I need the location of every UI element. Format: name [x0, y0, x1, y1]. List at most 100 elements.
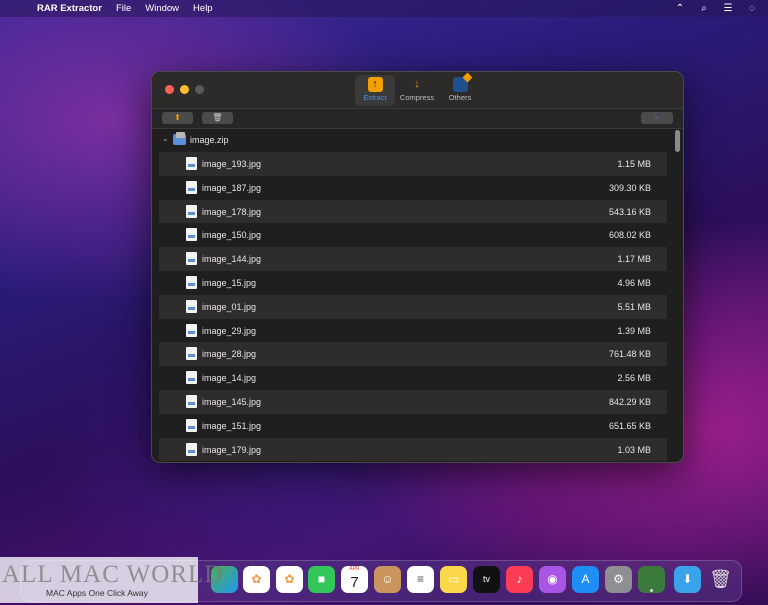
action-bar: ⬆ 🗑 ⌕ [152, 108, 683, 129]
file-name: image_151.jpg [202, 420, 262, 431]
extract-selected-button[interactable]: ⬆ [162, 112, 193, 124]
file-size: 309.30 KB [608, 182, 651, 193]
file-size: 761.48 KB [608, 349, 651, 360]
status-menus: ⌃ ⌕ ☰ ◌ [674, 0, 758, 17]
file-list-scrollbar[interactable] [673, 128, 683, 462]
dock-trash-icon[interactable]: 🗑 [707, 566, 734, 593]
file-size: 608.02 KB [608, 230, 651, 241]
file-name: image_29.jpg [202, 325, 257, 336]
control-center-icon[interactable]: ☰ [722, 3, 734, 14]
dock-system-preferences-icon[interactable]: ⚙ [605, 566, 632, 593]
zip-archive-icon [173, 132, 186, 145]
calendar-month: APR [349, 566, 360, 572]
jpg-file-icon [186, 347, 197, 361]
file-row[interactable]: image_15.jpg 4.96 MB [159, 270, 667, 295]
file-size: 543.16 KB [608, 206, 651, 217]
dock-music-icon[interactable]: ♪ [506, 566, 533, 593]
jpg-file-icon [186, 323, 197, 337]
close-window-button[interactable] [165, 85, 174, 94]
watermark: ALL MAC WORLD MAC Apps One Click Away [0, 557, 222, 603]
rar-extractor-window: ↑ Extract ↓ Compress Others ⬆ 🗑 ⌕ ⌄ imag… [151, 71, 684, 463]
file-name: image_187.jpg [202, 182, 262, 193]
file-row[interactable]: image_29.jpg 1.39 MB [159, 318, 667, 343]
jpg-file-icon [186, 299, 197, 313]
file-row[interactable]: image_28.jpg 761.48 KB [159, 342, 667, 367]
running-indicator [650, 589, 653, 592]
jpg-file-icon [186, 204, 197, 218]
file-row[interactable]: image_01.jpg 5.51 MB [159, 294, 667, 319]
siri-icon[interactable]: ◌ [746, 3, 758, 14]
file-name: image_193.jpg [202, 159, 262, 169]
spotlight-search-icon[interactable]: ⌕ [698, 3, 710, 14]
dock-photos-icon[interactable]: ✿ [243, 566, 270, 593]
dock-apple-tv-icon[interactable]: tv [473, 566, 500, 593]
menu-window[interactable]: Window [145, 3, 179, 14]
chevron-down-icon[interactable]: ⌄ [162, 134, 169, 143]
file-size: 1.03 MB [617, 444, 651, 455]
file-size: 5.51 MB [617, 301, 651, 312]
minimize-window-button[interactable] [180, 85, 189, 94]
calendar-day: 7 [350, 574, 359, 591]
file-size: 842.29 KB [608, 396, 651, 407]
jpg-file-icon [186, 394, 197, 408]
dock-facetime-icon[interactable]: ■ [308, 566, 335, 593]
menu-app-name[interactable]: RAR Extractor [37, 3, 102, 14]
others-tab[interactable]: Others [440, 75, 480, 106]
dock-app-store-icon[interactable]: A [572, 566, 599, 593]
dock-notes-icon[interactable]: ▭ [440, 566, 467, 593]
scroll-thumb[interactable] [675, 130, 680, 152]
compress-tab[interactable]: ↓ Compress [397, 75, 437, 106]
menu-file[interactable]: File [116, 3, 131, 14]
extract-tab-label: Extract [363, 93, 387, 102]
search-button[interactable]: ⌕ [641, 112, 673, 124]
archive-name: image.zip [190, 135, 229, 145]
file-size: 2.56 MB [617, 373, 651, 384]
jpg-file-icon [186, 252, 197, 266]
file-name: image_145.jpg [202, 396, 262, 407]
file-name: image_28.jpg [202, 349, 257, 360]
dock-calendar-icon[interactable]: APR 7 [341, 566, 368, 593]
archive-file-list: ⌄ image.zip image_193.jpg 1.15 MB image_18… [158, 128, 668, 462]
file-row[interactable]: image_145.jpg 842.29 KB [159, 389, 667, 414]
file-row[interactable]: image_144.jpg 1.17 MB [159, 247, 667, 271]
dock-contacts-icon[interactable]: ☺ [374, 566, 401, 593]
dock-photos-alt-icon[interactable]: ✿ [276, 566, 303, 593]
file-size: 1.17 MB [617, 254, 651, 265]
watermark-tagline: MAC Apps One Click Away [46, 588, 148, 598]
file-row[interactable]: image_179.jpg 1.03 MB [159, 437, 667, 462]
dock-podcasts-icon[interactable]: ◉ [539, 566, 566, 593]
others-tab-label: Others [448, 93, 472, 102]
jpg-file-icon [186, 228, 197, 242]
file-row[interactable]: image_193.jpg 1.15 MB [159, 152, 667, 176]
title-bar: ↑ Extract ↓ Compress Others [152, 72, 683, 108]
file-row[interactable]: image_14.jpg 2.56 MB [159, 366, 667, 390]
file-name: image_15.jpg [202, 277, 257, 288]
file-size: 1.39 MB [617, 325, 651, 336]
file-name: image_01.jpg [202, 301, 257, 312]
extract-tab[interactable]: ↑ Extract [355, 75, 395, 106]
file-name: image_179.jpg [202, 444, 262, 455]
file-row[interactable]: image_151.jpg 651.65 KB [159, 413, 667, 438]
dock-reminders-icon[interactable]: ≡ [407, 566, 434, 593]
file-name: image_150.jpg [202, 230, 262, 241]
menu-bar: RAR Extractor File Window Help ⌃ ⌕ ☰ ◌ [0, 0, 768, 17]
menu-help[interactable]: Help [193, 3, 213, 14]
dock-downloads-folder-icon[interactable]: ⬇ [674, 566, 701, 593]
dock-rar-extractor-icon[interactable] [638, 566, 665, 593]
others-shapes-icon [452, 77, 468, 92]
extract-arrow-up-icon: ↑ [367, 77, 383, 92]
file-name: image_144.jpg [202, 254, 262, 265]
file-size: 4.96 MB [617, 277, 651, 288]
jpg-file-icon [186, 275, 197, 289]
file-row[interactable]: image_150.jpg 608.02 KB [159, 223, 667, 248]
file-row[interactable]: image_187.jpg 309.30 KB [159, 175, 667, 200]
compress-arrow-down-icon: ↓ [414, 78, 420, 90]
jpg-file-icon [186, 418, 197, 432]
delete-button[interactable]: 🗑 [202, 112, 233, 124]
archive-root-row[interactable]: ⌄ image.zip [158, 128, 668, 152]
file-size: 651.65 KB [608, 420, 651, 431]
file-size: 1.15 MB [617, 159, 651, 169]
zoom-window-button[interactable] [195, 85, 204, 94]
wifi-icon[interactable]: ⌃ [674, 3, 686, 14]
file-row[interactable]: image_178.jpg 543.16 KB [159, 199, 667, 224]
